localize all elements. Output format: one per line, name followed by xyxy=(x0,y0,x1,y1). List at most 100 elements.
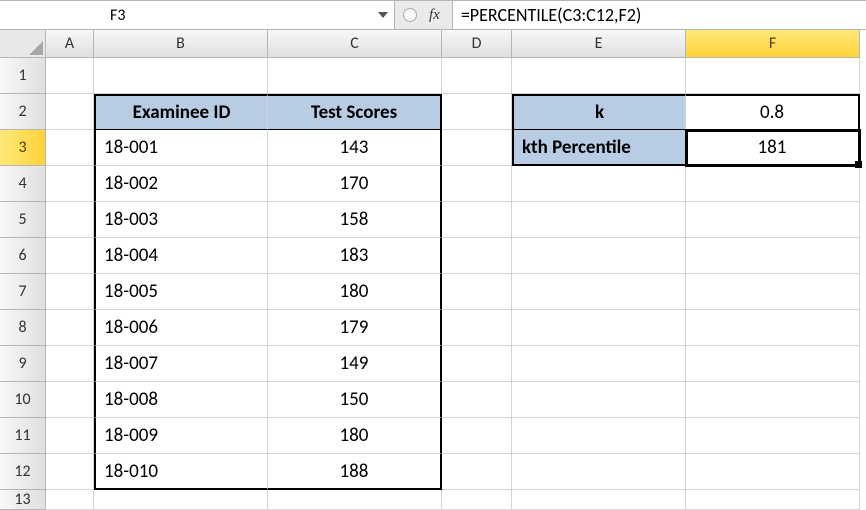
cell-A7[interactable] xyxy=(46,274,94,310)
cell-B4[interactable]: 18-002 xyxy=(94,166,268,202)
cell-F3[interactable]: 181 xyxy=(686,130,860,166)
cell-D10[interactable] xyxy=(442,382,512,418)
row-header-2[interactable]: 2 xyxy=(0,94,46,130)
cell-E13[interactable] xyxy=(512,490,686,510)
row-header-1[interactable]: 1 xyxy=(0,58,46,94)
cell-D9[interactable] xyxy=(442,346,512,382)
cell-E12[interactable] xyxy=(512,454,686,490)
row-header-13[interactable]: 13 xyxy=(0,490,46,510)
cell-F9[interactable] xyxy=(686,346,860,382)
cell-E4[interactable] xyxy=(512,166,686,202)
cell-C9[interactable]: 149 xyxy=(268,346,442,382)
cell-D2[interactable] xyxy=(442,94,512,130)
cell-D4[interactable] xyxy=(442,166,512,202)
cell-B6[interactable]: 18-004 xyxy=(94,238,268,274)
cell-C6[interactable]: 183 xyxy=(268,238,442,274)
cell-E8[interactable] xyxy=(512,310,686,346)
cell-A8[interactable] xyxy=(46,310,94,346)
select-all-corner[interactable] xyxy=(0,30,46,58)
cell-E7[interactable] xyxy=(512,274,686,310)
cell-F8[interactable] xyxy=(686,310,860,346)
cell-C8[interactable]: 179 xyxy=(268,310,442,346)
cell-D7[interactable] xyxy=(442,274,512,310)
cell-D12[interactable] xyxy=(442,454,512,490)
cell-F7[interactable] xyxy=(686,274,860,310)
cell-F10[interactable] xyxy=(686,382,860,418)
cell-C12[interactable]: 188 xyxy=(268,454,442,490)
cell-A12[interactable] xyxy=(46,454,94,490)
cell-B12[interactable]: 18-010 xyxy=(94,454,268,490)
cell-A10[interactable] xyxy=(46,382,94,418)
cell-E6[interactable] xyxy=(512,238,686,274)
name-box-dropdown-icon[interactable] xyxy=(378,12,388,18)
cell-A6[interactable] xyxy=(46,238,94,274)
cell-B1[interactable] xyxy=(94,58,268,94)
cell-E1[interactable] xyxy=(512,58,686,94)
row-header-9[interactable]: 9 xyxy=(0,346,46,382)
cell-A11[interactable] xyxy=(46,418,94,454)
cell-A1[interactable] xyxy=(46,58,94,94)
col-header-F[interactable]: F xyxy=(686,30,860,58)
cell-E3[interactable]: kth Percentile xyxy=(512,130,686,166)
cell-D3[interactable] xyxy=(442,130,512,166)
cell-B2[interactable]: Examinee ID xyxy=(94,94,268,130)
col-header-E[interactable]: E xyxy=(512,30,686,58)
cell-A5[interactable] xyxy=(46,202,94,238)
row-header-7[interactable]: 7 xyxy=(0,274,46,310)
row-header-12[interactable]: 12 xyxy=(0,454,46,490)
cell-C10[interactable]: 150 xyxy=(268,382,442,418)
cell-B7[interactable]: 18-005 xyxy=(94,274,268,310)
cell-C13[interactable] xyxy=(268,490,442,510)
row-header-4[interactable]: 4 xyxy=(0,166,46,202)
row-header-3[interactable]: 3 xyxy=(0,130,46,166)
cell-E10[interactable] xyxy=(512,382,686,418)
cell-E2[interactable]: k xyxy=(512,94,686,130)
cell-D11[interactable] xyxy=(442,418,512,454)
cell-E9[interactable] xyxy=(512,346,686,382)
cell-F12[interactable] xyxy=(686,454,860,490)
cell-B11[interactable]: 18-009 xyxy=(94,418,268,454)
cell-D1[interactable] xyxy=(442,58,512,94)
cancel-icon[interactable] xyxy=(403,8,417,22)
col-header-D[interactable]: D xyxy=(442,30,512,58)
cell-F5[interactable] xyxy=(686,202,860,238)
cell-F13[interactable] xyxy=(686,490,860,510)
row-header-5[interactable]: 5 xyxy=(0,202,46,238)
cell-A9[interactable] xyxy=(46,346,94,382)
row-header-6[interactable]: 6 xyxy=(0,238,46,274)
cell-C7[interactable]: 180 xyxy=(268,274,442,310)
fill-handle[interactable] xyxy=(855,161,862,168)
cell-E5[interactable] xyxy=(512,202,686,238)
cell-D13[interactable] xyxy=(442,490,512,510)
cell-B8[interactable]: 18-006 xyxy=(94,310,268,346)
formula-input[interactable]: =PERCENTILE(C3:C12,F2) xyxy=(453,1,866,29)
cell-F1[interactable] xyxy=(686,58,860,94)
cell-D8[interactable] xyxy=(442,310,512,346)
cell-B10[interactable]: 18-008 xyxy=(94,382,268,418)
cell-B5[interactable]: 18-003 xyxy=(94,202,268,238)
col-header-A[interactable]: A xyxy=(46,30,94,58)
cell-C2[interactable]: Test Scores xyxy=(268,94,442,130)
cell-B9[interactable]: 18-007 xyxy=(94,346,268,382)
cell-D6[interactable] xyxy=(442,238,512,274)
cell-D5[interactable] xyxy=(442,202,512,238)
cell-A3[interactable] xyxy=(46,130,94,166)
row-header-10[interactable]: 10 xyxy=(0,382,46,418)
row-header-8[interactable]: 8 xyxy=(0,310,46,346)
cell-A4[interactable] xyxy=(46,166,94,202)
cell-B13[interactable] xyxy=(94,490,268,510)
fx-icon[interactable]: fx xyxy=(425,7,444,24)
cell-C1[interactable] xyxy=(268,58,442,94)
name-box[interactable]: F3 xyxy=(0,1,395,29)
cell-C4[interactable]: 170 xyxy=(268,166,442,202)
col-header-B[interactable]: B xyxy=(94,30,268,58)
cell-F11[interactable] xyxy=(686,418,860,454)
cell-B3[interactable]: 18-001 xyxy=(94,130,268,166)
cell-C5[interactable]: 158 xyxy=(268,202,442,238)
cell-C3[interactable]: 143 xyxy=(268,130,442,166)
cell-F2[interactable]: 0.8 xyxy=(686,94,860,130)
col-header-C[interactable]: C xyxy=(268,30,442,58)
cell-E11[interactable] xyxy=(512,418,686,454)
row-header-11[interactable]: 11 xyxy=(0,418,46,454)
cell-F6[interactable] xyxy=(686,238,860,274)
